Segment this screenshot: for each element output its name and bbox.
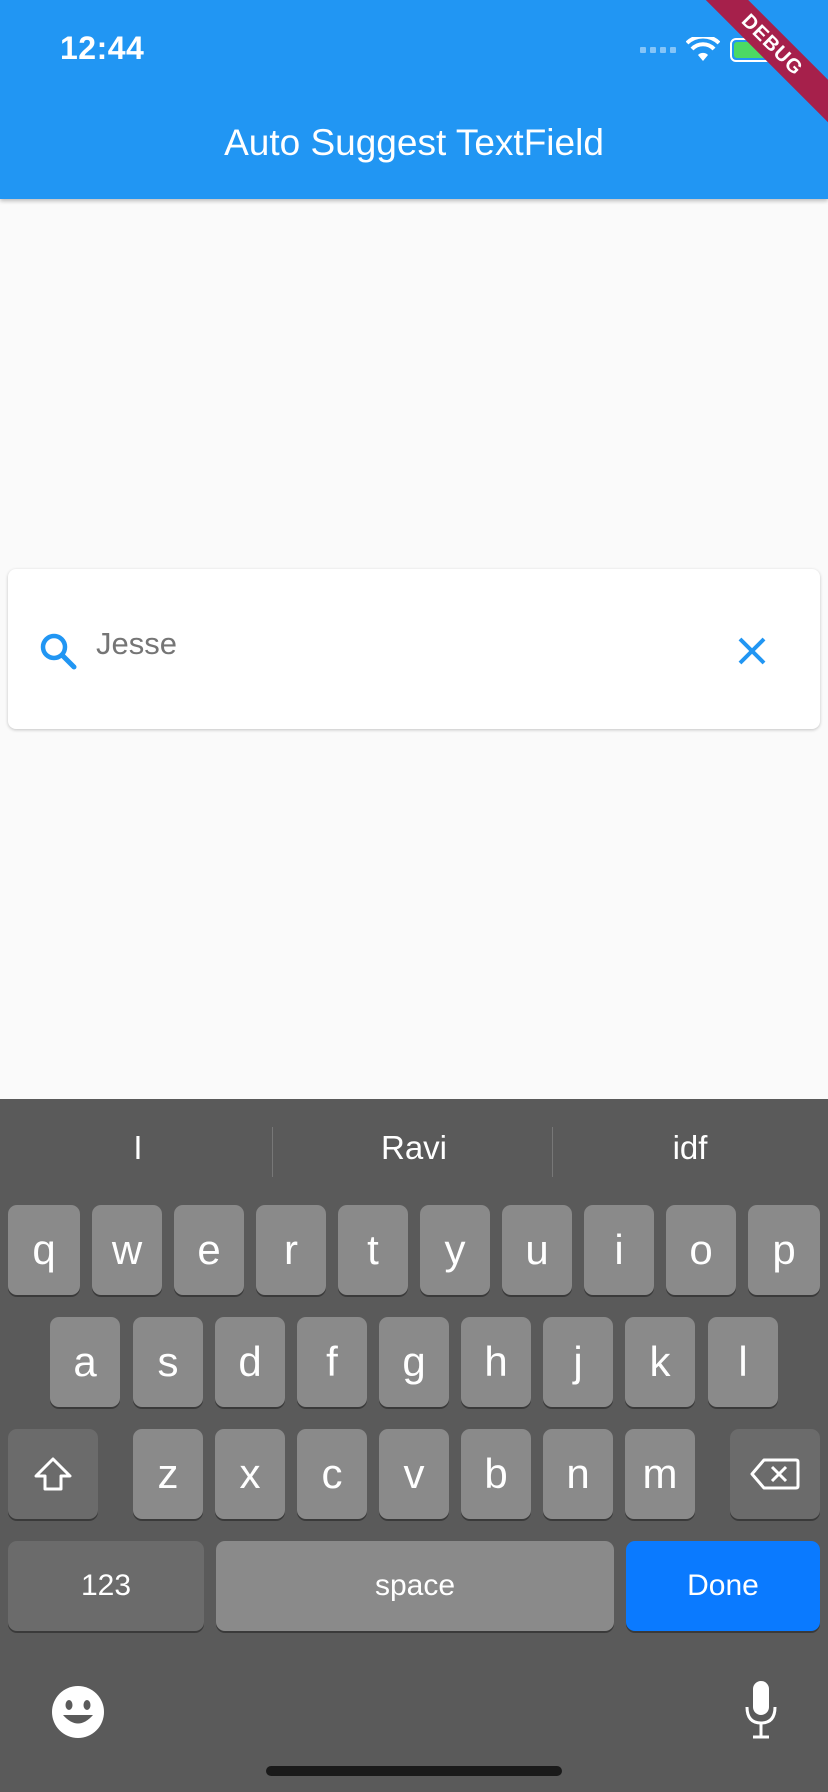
wifi-icon xyxy=(686,37,720,61)
key-v[interactable]: v xyxy=(379,1429,449,1519)
key-b[interactable]: b xyxy=(461,1429,531,1519)
key-z[interactable]: z xyxy=(133,1429,203,1519)
emoji-icon[interactable] xyxy=(50,1684,106,1740)
key-r[interactable]: r xyxy=(256,1205,326,1295)
key-e[interactable]: e xyxy=(174,1205,244,1295)
key-m[interactable]: m xyxy=(625,1429,695,1519)
suggestion-item[interactable]: I xyxy=(0,1129,276,1167)
page-title: Auto Suggest TextField xyxy=(224,122,604,163)
key-a[interactable]: a xyxy=(50,1317,120,1407)
key-w[interactable]: w xyxy=(92,1205,162,1295)
keyboard: I Ravi idf q w e r t y u i o p a s d f g… xyxy=(0,1099,828,1792)
backspace-icon xyxy=(750,1458,800,1490)
key-o[interactable]: o xyxy=(666,1205,736,1295)
key-u[interactable]: u xyxy=(502,1205,572,1295)
key-j[interactable]: j xyxy=(543,1317,613,1407)
key-d[interactable]: d xyxy=(215,1317,285,1407)
space-key[interactable]: space xyxy=(216,1541,614,1631)
key-k[interactable]: k xyxy=(625,1317,695,1407)
search-card xyxy=(8,569,820,729)
suggestion-divider xyxy=(272,1127,273,1177)
suggestion-item[interactable]: idf xyxy=(552,1129,828,1167)
suggestion-bar: I Ravi idf xyxy=(0,1099,828,1209)
shift-icon xyxy=(34,1457,72,1491)
key-q[interactable]: q xyxy=(8,1205,80,1295)
shift-key[interactable] xyxy=(8,1429,98,1519)
key-c[interactable]: c xyxy=(297,1429,367,1519)
microphone-icon[interactable] xyxy=(744,1679,778,1741)
key-g[interactable]: g xyxy=(379,1317,449,1407)
key-s[interactable]: s xyxy=(133,1317,203,1407)
key-y[interactable]: y xyxy=(420,1205,490,1295)
search-icon xyxy=(40,633,77,670)
done-button[interactable]: Done xyxy=(626,1541,820,1631)
search-input[interactable] xyxy=(96,619,696,669)
numbers-key[interactable]: 123 xyxy=(8,1541,204,1631)
key-n[interactable]: n xyxy=(543,1429,613,1519)
key-i[interactable]: i xyxy=(584,1205,654,1295)
cellular-signal-icon xyxy=(640,47,676,53)
suggestion-item[interactable]: Ravi xyxy=(276,1129,552,1167)
home-indicator xyxy=(266,1766,562,1776)
key-x[interactable]: x xyxy=(215,1429,285,1519)
status-time: 12:44 xyxy=(60,30,145,66)
key-t[interactable]: t xyxy=(338,1205,408,1295)
app-bar: 12:44 Auto Suggest TextField DEBUG xyxy=(0,0,828,199)
key-l[interactable]: l xyxy=(708,1317,778,1407)
close-icon[interactable] xyxy=(734,633,770,669)
key-h[interactable]: h xyxy=(461,1317,531,1407)
key-p[interactable]: p xyxy=(748,1205,820,1295)
backspace-key[interactable] xyxy=(730,1429,820,1519)
key-f[interactable]: f xyxy=(297,1317,367,1407)
